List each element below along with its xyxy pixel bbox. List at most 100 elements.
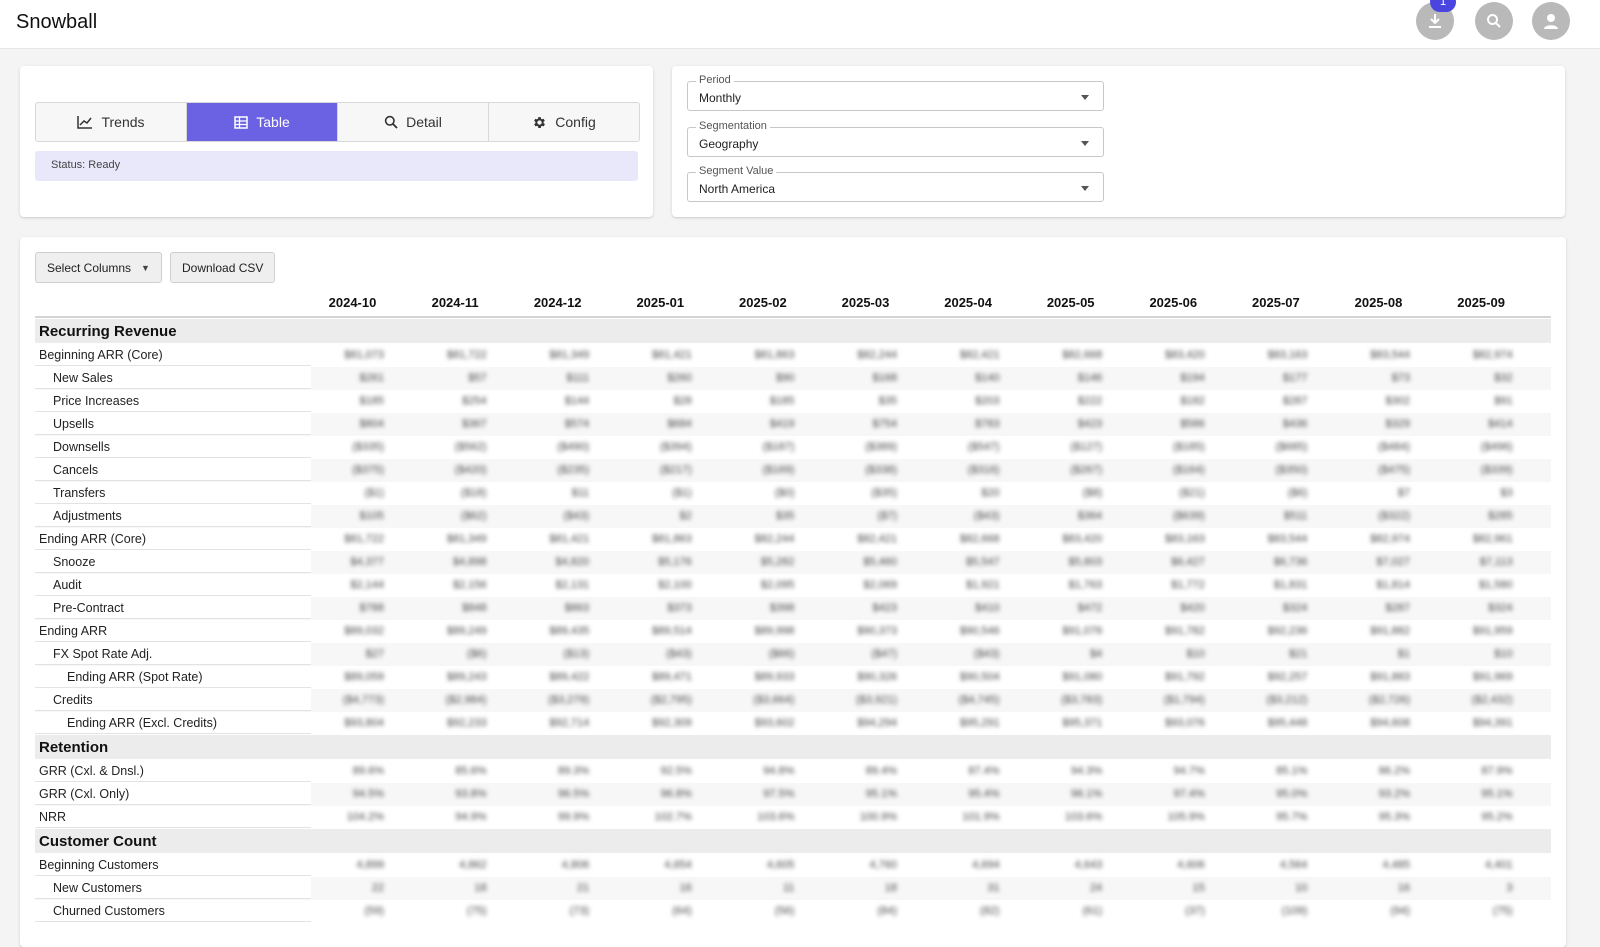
search-icon	[384, 115, 398, 129]
table-cell: $5,460	[863, 556, 897, 568]
download-button[interactable]: 1	[1416, 0, 1456, 40]
table-cell: $81,722	[446, 349, 487, 361]
table-cell: $1,814	[1376, 579, 1410, 591]
table-cell: 95.4%	[968, 788, 1000, 800]
table-row: Upsells $804 $367 $574 $684 $419 $754 $783 $423 $…	[35, 413, 1551, 436]
table-cell: $81,722	[344, 533, 384, 545]
table-cell: $420	[1180, 602, 1205, 614]
row-label: Upsells	[35, 413, 311, 435]
table-cell: $6,736	[1273, 556, 1308, 568]
row-label: Ending ARR (Spot Rate)	[35, 666, 311, 688]
tab-config[interactable]: Config	[489, 103, 639, 141]
period-select[interactable]: Period Monthly	[687, 74, 1104, 111]
dropdown-arrow-icon: ▼	[141, 262, 150, 273]
table-cell: $81,863	[652, 533, 692, 545]
table-cell: 95.0%	[1276, 788, 1308, 800]
table-cell: $94,294	[857, 717, 897, 729]
tab-table[interactable]: Table	[187, 103, 338, 141]
table-cell: $27	[365, 648, 384, 660]
table-cell: 97.4%	[1173, 788, 1205, 800]
table-cell: $93,076	[1165, 717, 1205, 729]
table-cell: $105	[359, 510, 384, 522]
table-cell: 87.4%	[968, 765, 1000, 777]
column-header[interactable]: 2025-06	[1122, 295, 1225, 310]
tab-label: Config	[555, 114, 596, 130]
table-cell: $91,883	[1370, 671, 1410, 683]
account-button[interactable]	[1532, 2, 1570, 40]
tab-trends[interactable]: Trends	[36, 103, 187, 141]
row-label: Downsells	[35, 436, 311, 458]
table-cell: $91,080	[1062, 671, 1103, 683]
table-cell: $91,076	[1062, 625, 1103, 637]
column-header[interactable]: 2025-03	[814, 295, 917, 310]
table-cell: $574	[564, 418, 590, 430]
tab-label: Table	[256, 114, 290, 130]
table-cell: $82,421	[959, 349, 1000, 361]
table-cell: $92,236	[1267, 625, 1308, 637]
table-cell: $472	[1077, 602, 1103, 614]
column-header[interactable]: 2025-07	[1224, 295, 1327, 310]
table-row: Ending ARR (Spot Rate) $89,059 $89,243 $89,…	[35, 666, 1551, 689]
search-button[interactable]	[1475, 2, 1513, 40]
select-columns-button[interactable]: Select Columns ▼	[35, 252, 162, 283]
row-label: FX Spot Rate Adj.	[35, 643, 311, 665]
table-row: New Customers 22 18 21 16 11 18 31 24 15 10 16 3	[35, 877, 1551, 900]
column-header[interactable]: 2025-09	[1430, 295, 1533, 310]
table-cell: 103.6%	[757, 811, 795, 823]
table-cell: $783	[975, 418, 1000, 430]
table-cell: ($490)	[557, 441, 590, 453]
table-cell: $144	[564, 395, 590, 407]
table-cell: 4,862	[459, 859, 487, 871]
table-row: Adjustments $105 ($62) ($43) $2 $35 ($7) ($43) $…	[35, 505, 1551, 528]
table-cell: $95,371	[1062, 717, 1103, 729]
column-header[interactable]: 2025-04	[917, 295, 1020, 310]
table-cell: $287	[1282, 395, 1308, 407]
table-cell: $7	[1397, 487, 1410, 499]
table-cell: $364	[1077, 510, 1103, 522]
column-header[interactable]: 2024-10	[301, 295, 404, 310]
row-label: NRR	[35, 806, 311, 828]
table-cell: $3	[1500, 487, 1513, 499]
table-cell: ($475)	[1378, 464, 1410, 476]
table-cell: $93,602	[754, 717, 795, 729]
table-cell: $89,435	[549, 625, 590, 637]
table-cell: ($2,432)	[1471, 694, 1513, 706]
table-cell: $7,027	[1376, 556, 1410, 568]
table-row: Transfers ($1) ($18) $11 ($1) ($0) ($35) $20 ($8…	[35, 482, 1551, 505]
column-header[interactable]: 2025-02	[711, 295, 814, 310]
table-cell: ($339)	[1480, 464, 1513, 476]
table-cell: $222	[1077, 395, 1103, 407]
column-header[interactable]: 2024-11	[404, 295, 507, 310]
column-header[interactable]: 2025-05	[1019, 295, 1122, 310]
table-cell: 85.1%	[1276, 765, 1308, 777]
table-cell: 4,643	[1074, 859, 1103, 871]
table-cell: ($335)	[352, 441, 384, 453]
table-cell: ($43)	[973, 648, 1000, 660]
table-cell: $35	[878, 395, 897, 407]
segment-value-select[interactable]: Segment Value North America	[687, 165, 1104, 202]
segmentation-select[interactable]: Segmentation Geography	[687, 120, 1104, 157]
row-label: New Sales	[35, 367, 311, 389]
download-csv-button[interactable]: Download CSV	[170, 252, 276, 283]
table-row: FX Spot Rate Adj. $27 ($6) ($13) ($43) ($66) (…	[35, 643, 1551, 666]
column-header[interactable]: 2025-08	[1327, 295, 1430, 310]
table-cell: 94.5%	[352, 788, 384, 800]
row-label: Ending ARR (Core)	[35, 528, 311, 550]
table-cell: 89.6%	[352, 765, 384, 777]
tab-detail[interactable]: Detail	[338, 103, 489, 141]
table-card: Select Columns ▼ Download CSV 2024-10 202…	[20, 237, 1566, 947]
table-cell: $95,291	[959, 717, 1000, 729]
table-row: Pre-Contract $788 $848 $863 $373 $398 $423 $410…	[35, 597, 1551, 620]
table-cell: $83,544	[1370, 349, 1410, 361]
table-cell: $4,377	[350, 556, 384, 568]
table-cell: $90,546	[959, 625, 1000, 637]
table-cell: (56)	[774, 905, 795, 917]
column-header[interactable]: 2024-12	[506, 295, 609, 310]
table-cell: $203	[975, 395, 1000, 407]
table-cell: 18	[474, 882, 487, 894]
column-header[interactable]: 2025-01	[609, 295, 712, 310]
download-csv-label: Download CSV	[182, 260, 264, 275]
table-row: Cancels ($375) ($420) ($235) ($217) ($169) ($3…	[35, 459, 1551, 482]
table-cell: ($35)	[871, 487, 897, 499]
table-cell: $168	[872, 372, 897, 384]
